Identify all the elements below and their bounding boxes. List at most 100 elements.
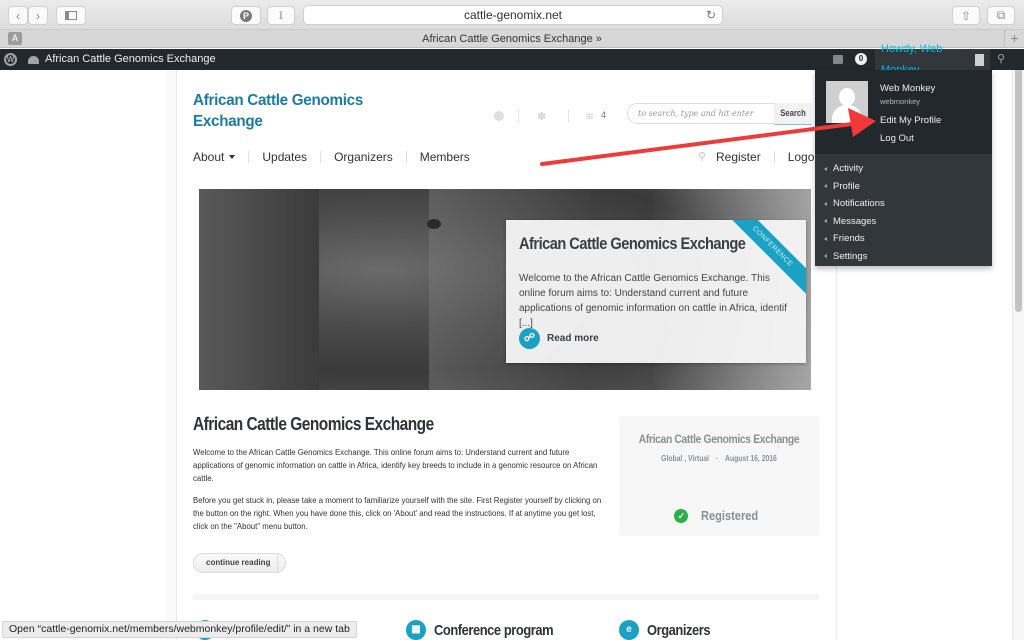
share-button[interactable]: ⇧ (952, 6, 980, 25)
pinterest-button[interactable]: P (231, 6, 261, 25)
account-nav: ⚲ Register Logout (698, 149, 824, 165)
nav-label: Updates (262, 150, 308, 164)
hero-excerpt: Welcome to the African Cattle Genomics E… (519, 273, 787, 329)
caret-down-icon (229, 155, 236, 159)
continue-label: continue reading (206, 558, 271, 567)
event-title[interactable]: African Cattle Genomics Exchange (633, 432, 805, 446)
read-more-label: Read more (547, 333, 599, 344)
wordpress-menu[interactable]: W (4, 49, 20, 70)
nav-item-members[interactable]: Members (420, 150, 470, 164)
continue-reading-button[interactable]: continue reading → (193, 553, 286, 573)
browser-toolbar: ‹ › P I cattle-genomix.net ↻ ⇧ ⧉ (0, 0, 1024, 30)
link-icon: ☍ (519, 328, 540, 349)
nav-divider (773, 151, 775, 163)
tab-bar: A African Cattle Genomics Exchange » + (0, 30, 1024, 48)
read-more-link[interactable]: ☍ Read more (519, 328, 599, 349)
pinterest-icon: P (240, 9, 252, 22)
tabs-icon: ⧉ (996, 8, 1006, 22)
caret-left-icon (824, 166, 827, 171)
page-scrollbar[interactable] (1012, 49, 1024, 640)
section-divider (193, 594, 819, 600)
menu-item-activity[interactable]: Activity (815, 160, 992, 178)
nav-divider (248, 151, 250, 163)
rss-icon[interactable]: ≋ (585, 108, 594, 124)
feature-label: Organizers (647, 621, 711, 639)
scrollbar-thumb[interactable] (1015, 57, 1022, 312)
avatar-body (832, 105, 862, 123)
menu-item-profile[interactable]: Profile (815, 178, 992, 196)
hero-title[interactable]: African Cattle Genomics Exchange (519, 234, 746, 254)
site-title-line2: Exchange (193, 113, 263, 130)
organizers-icon: e (619, 620, 639, 640)
reader-button[interactable]: I (267, 6, 295, 25)
display-name[interactable]: Web Monkey (880, 83, 935, 94)
username: webmonkey (880, 97, 921, 106)
back-button[interactable]: ‹ (8, 6, 28, 25)
hero-texture (199, 189, 319, 390)
menu-label: Settings (833, 250, 868, 262)
search-icon[interactable]: ⚲ (990, 49, 1012, 70)
nav-label: Members (419, 150, 470, 164)
register-link[interactable]: Register (716, 150, 761, 164)
wp-admin-bar: W African Cattle Genomics Exchange 0 How… (0, 43, 1024, 76)
twitter-icon[interactable]: ✽ (537, 108, 546, 124)
active-tab[interactable]: African Cattle Genomics Exchange » (30, 30, 994, 48)
caret-left-icon (824, 236, 827, 241)
article-title[interactable]: African Cattle Genomics Exchange (193, 414, 434, 435)
cattle-eye (427, 219, 441, 229)
nav-item-organizers[interactable]: Organizers (334, 150, 393, 164)
registration-status: ✓ Registered (619, 508, 819, 523)
button-divider (277, 554, 278, 572)
search-input[interactable]: to search, type and hit enter (627, 103, 775, 124)
caret-left-icon (824, 201, 827, 206)
facebook-icon[interactable] (494, 111, 504, 121)
site-title[interactable]: African Cattle Genomics Exchange (193, 90, 383, 132)
tab-badge[interactable]: A (8, 32, 22, 45)
chevron-left-icon: ‹ (16, 8, 20, 23)
feature-organizers[interactable]: e Organizers (619, 620, 720, 640)
avatar[interactable] (826, 81, 868, 123)
feature-conference-program[interactable]: ▦ Conference program (406, 620, 573, 640)
forward-button[interactable]: › (28, 6, 48, 25)
link-status-bar: Open “cattle-genomix.net/members/webmonk… (2, 621, 357, 638)
chevron-right-icon: › (36, 8, 40, 23)
menu-item-messages[interactable]: Messages (815, 213, 992, 231)
comment-icon[interactable] (833, 55, 843, 64)
menu-label: Friends (833, 233, 865, 245)
nav-item-updates[interactable]: Updates (262, 150, 307, 164)
calendar-icon: ▦ (406, 620, 426, 640)
caret-left-icon (824, 219, 827, 224)
sidebar-toggle-button[interactable] (56, 6, 86, 25)
dashboard-icon (28, 55, 39, 64)
menu-label: Profile (833, 180, 860, 192)
caret-left-icon (824, 184, 827, 189)
caret-left-icon (824, 254, 827, 259)
key-icon: ⚲ (698, 151, 707, 163)
my-account-menu[interactable]: Howdy, Web Monkey (875, 43, 990, 76)
address-bar[interactable]: cattle-genomix.net ↻ (303, 5, 723, 25)
notification-count[interactable]: 0 (855, 53, 867, 65)
edit-profile-link[interactable]: Edit My Profile (880, 115, 941, 126)
menu-item-friends[interactable]: Friends (815, 230, 992, 248)
tabs-overview-button[interactable]: ⧉ (987, 6, 1015, 25)
search-button[interactable]: Search (774, 103, 812, 125)
meta-separator: · (716, 454, 719, 463)
nav-item-about[interactable]: About (193, 150, 236, 164)
menu-item-settings[interactable]: Settings (815, 248, 992, 266)
admin-site-name[interactable]: African Cattle Genomics Exchange (28, 49, 216, 70)
nav-label: Organizers (334, 150, 393, 164)
new-tab-button[interactable]: + (1004, 30, 1024, 48)
page-frame-left (166, 70, 176, 640)
reload-icon[interactable]: ↻ (706, 6, 716, 25)
account-dropdown: Web Monkey webmonkey Edit My Profile Log… (815, 70, 992, 266)
rss-count: 4 (601, 110, 607, 120)
account-menu-list: Activity Profile Notifications Messages … (815, 160, 992, 265)
hero-card: CONFERENCE African Cattle Genomics Excha… (506, 220, 806, 363)
social-divider (568, 109, 569, 123)
page-border-left (176, 70, 177, 640)
menu-item-notifications[interactable]: Notifications (815, 195, 992, 213)
log-out-link[interactable]: Log Out (880, 133, 914, 144)
site-title-line1: African Cattle Genomics (193, 92, 363, 109)
article-paragraph: Welcome to the African Cattle Genomics E… (193, 448, 598, 483)
event-meta: Global , Virtual · August 16, 2016 (634, 454, 804, 463)
